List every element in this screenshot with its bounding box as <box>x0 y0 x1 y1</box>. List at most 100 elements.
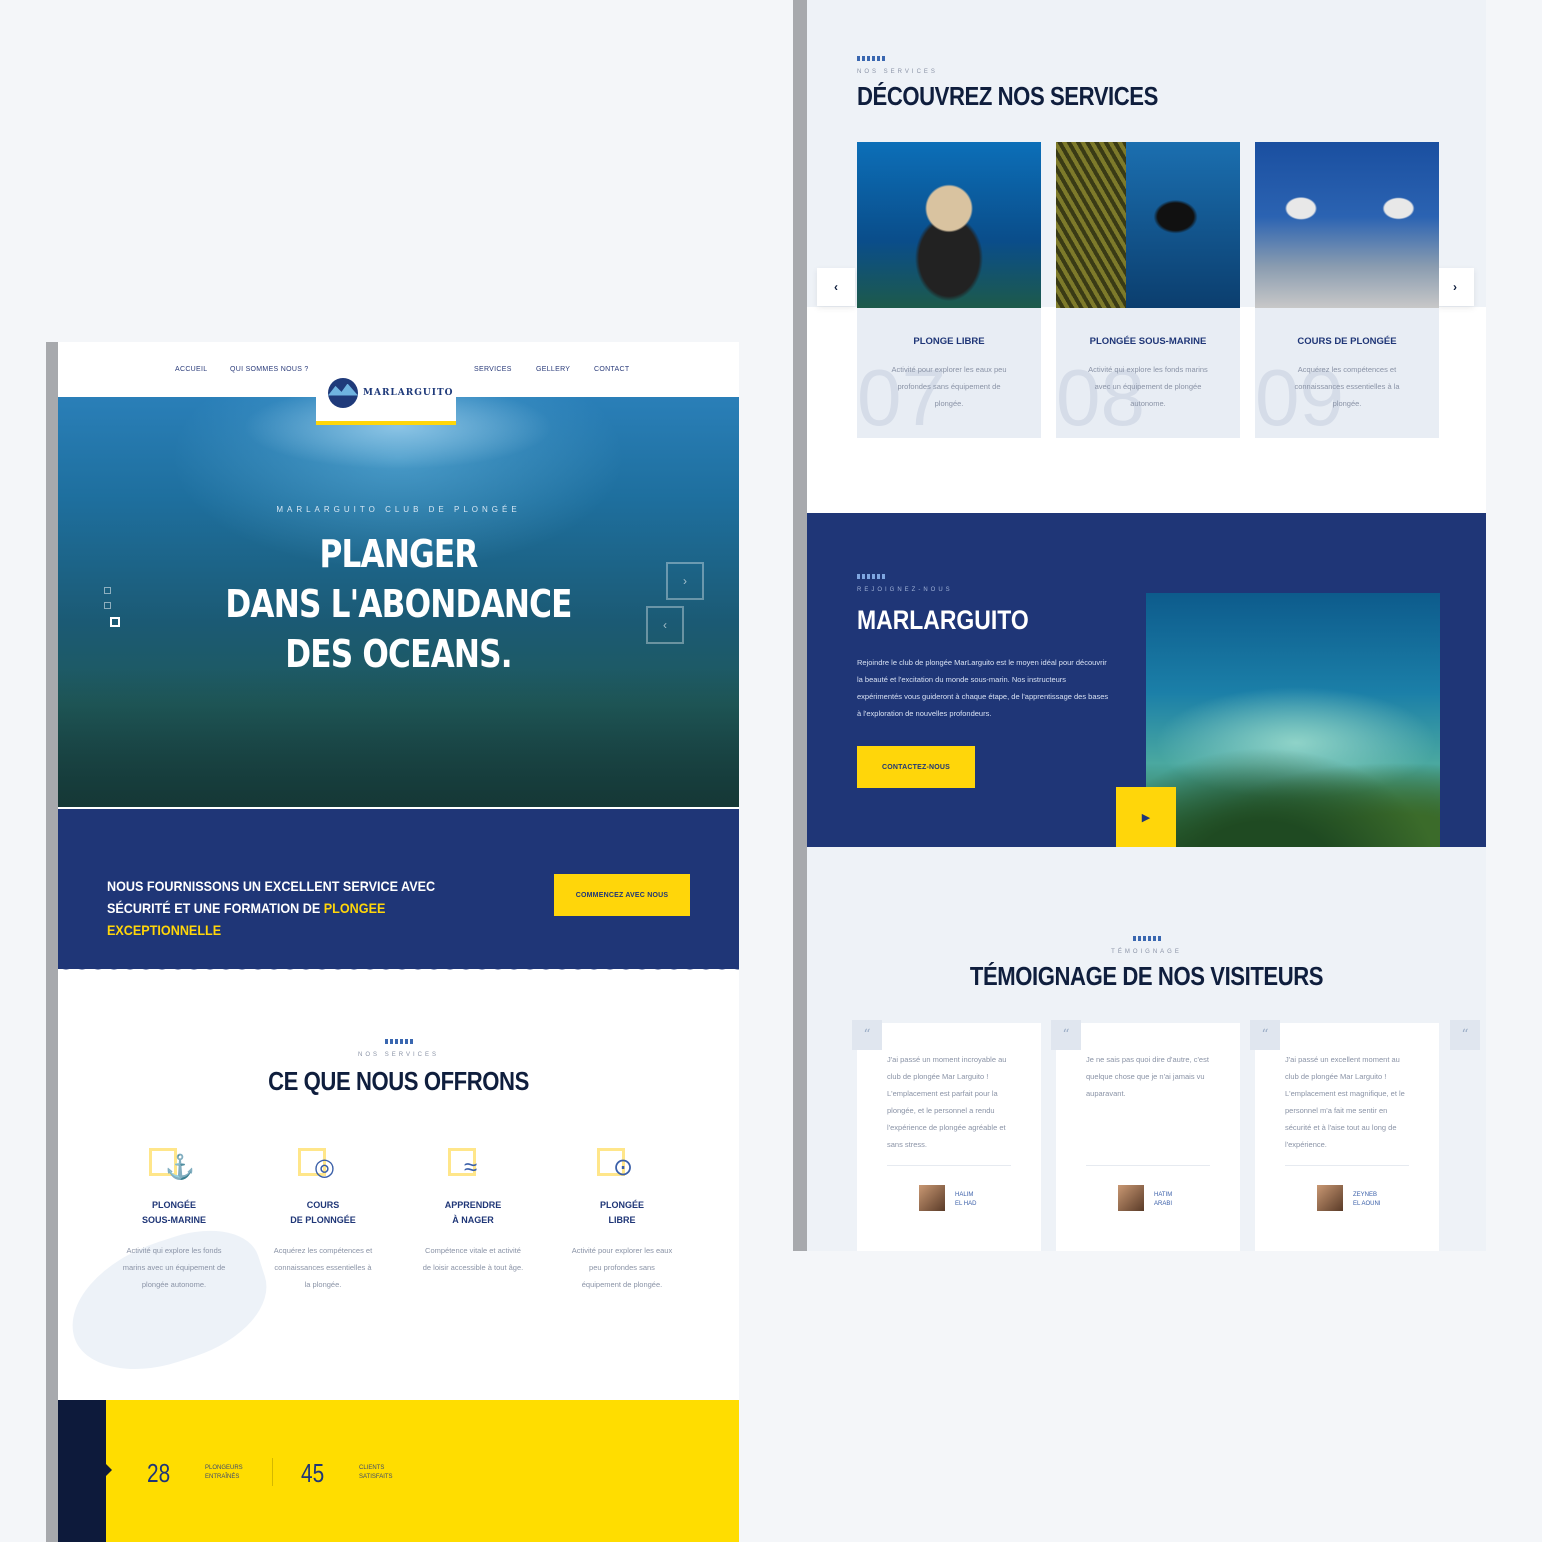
join-text: Rejoindre le club de plongée MarLarguito… <box>857 658 1109 718</box>
stat-number: 28 <box>147 1458 171 1488</box>
diving-helmet-icon: ◎ <box>314 1154 335 1181</box>
nav-qui-sommes-nous[interactable]: QUI SOMMES NOUS ? <box>230 366 309 373</box>
hero-kicker: MARLARGUITO CLUB DE PLONGÉE <box>276 505 521 514</box>
offer-title: CE QUE NOUS OFFRONS <box>268 1066 529 1096</box>
testimonial-text: J'ai passé un moment incroyable au club … <box>887 1055 1007 1149</box>
wave-divider <box>58 962 739 978</box>
chevron-right-icon: › <box>1453 280 1457 294</box>
wave-icon <box>1132 936 1161 941</box>
testimonial-text: J'ai passé un excellent moment au club d… <box>1285 1055 1405 1149</box>
offer-item-title: COURS DE PLONNGÉE <box>290 1200 356 1225</box>
service-text: Activité pour explorer les eaux peu prof… <box>891 365 1007 408</box>
nav-gallery[interactable]: GELLERY <box>536 366 570 373</box>
offer-item[interactable]: ⚓ PLONGÉE SOUS-MARINE Activité qui explor… <box>114 1148 234 1293</box>
offer-item[interactable]: ◎ COURS DE PLONNGÉE Acquérez les compéten… <box>263 1148 383 1293</box>
quote-icon: “ <box>1450 1020 1480 1050</box>
quote-icon: “ <box>1250 1020 1280 1050</box>
join-title: MARLARGUITO <box>857 605 1029 635</box>
start-button[interactable]: COMMENCEZ AVEC NOUS <box>554 874 690 916</box>
testimonials-kicker: TÉMOIGNAGE <box>1111 949 1182 955</box>
chevron-left-icon: ‹ <box>834 280 838 294</box>
testimonial-card: J'ai passé un moment incroyable au club … <box>857 1023 1041 1251</box>
nav-accueil[interactable]: ACCUEIL <box>175 366 207 373</box>
divider <box>1285 1165 1409 1166</box>
quote-icon: “ <box>852 1020 882 1050</box>
offer-item[interactable]: ⊙ PLONGÉE LIBRE Activité pour explorer le… <box>562 1148 682 1293</box>
join-kicker: REJOIGNEZ-NOUS <box>857 587 953 593</box>
logo-text: MARLARGUITO <box>363 387 454 398</box>
offer-item-text: Activité qui explore les fonds marins av… <box>122 1246 226 1289</box>
offer-item-title: PLONGÉE SOUS-MARINE <box>141 1200 206 1225</box>
carousel-prev-button[interactable]: ‹ <box>817 268 855 306</box>
logo-mountain-icon <box>328 377 358 408</box>
slider-dots <box>104 587 120 635</box>
services-header: NOS SERVICES DÉCOUVREZ NOS SERVICES <box>857 56 1211 112</box>
hero-title-line: PLANGER <box>319 532 478 576</box>
carousel-next-button[interactable]: › <box>1436 268 1474 306</box>
stat-label: CLIENTS SATISFAITS <box>359 1465 393 1480</box>
hero-seabed <box>58 667 739 807</box>
snorkel-mask-icon: ⊙ <box>613 1154 634 1181</box>
contact-button[interactable]: CONTACTEZ-NOUS <box>857 746 975 788</box>
diver-icon: ⚓ <box>165 1154 195 1181</box>
hero-title-line: DANS L'ABONDANCE <box>225 582 572 626</box>
avatar <box>1118 1185 1144 1211</box>
nav-contact[interactable]: CONTACT <box>594 366 629 373</box>
slider-dot-active[interactable] <box>110 617 120 627</box>
offer-item-title: PLONGÉE LIBRE <box>599 1200 644 1225</box>
testimonials-title: TÉMOIGNAGE DE NOS VISITEURS <box>969 961 1324 991</box>
scuba-diving-photo <box>1056 142 1240 308</box>
quote-icon: “ <box>1051 1020 1081 1050</box>
wave-icon <box>857 574 885 579</box>
stat-divider <box>272 1458 273 1486</box>
service-card[interactable]: 09 COURS DE PLONGÉE Acquérez les compéte… <box>1255 142 1439 438</box>
stats-accent <box>58 1400 112 1542</box>
swimmer-icon: ≈ <box>464 1154 478 1181</box>
play-icon: ▶ <box>1141 811 1151 824</box>
diving-course-photo <box>1255 142 1439 308</box>
divider <box>887 1165 1011 1166</box>
service-text: Acquérez les compétences et connaissance… <box>1294 365 1400 408</box>
join-header: REJOIGNEZ-NOUS MARLARGUITO <box>857 574 1059 636</box>
hero-slider: MARLARGUITO CLUB DE PLONGÉE PLANGER DANS… <box>58 397 739 807</box>
offer-item-title: APPRENDRE À NAGER <box>444 1200 502 1225</box>
service-title: COURS DE PLONGÉE <box>1297 336 1397 347</box>
testimonial-card: J'ai passé un excellent moment au club d… <box>1255 1023 1439 1251</box>
hero-title: PLANGER DANS L'ABONDANCE DES OCEANS. <box>119 529 677 679</box>
testimonial-author: ZEYNEB EL AOUNI <box>1353 1192 1381 1207</box>
chevron-right-icon: › <box>683 574 687 588</box>
offer-item[interactable]: ≈ APPRENDRE À NAGER Compétence vitale et … <box>413 1148 533 1276</box>
homepage-mockup: ACCUEIL QUI SOMMES NOUS ? SERVICES GELLE… <box>46 342 739 1542</box>
service-card[interactable]: 07 PLONGE LIBRE Activité pour explorer l… <box>857 142 1041 438</box>
offer-item-text: Compétence vitale et activité de loisir … <box>422 1246 524 1272</box>
slider-dot[interactable] <box>104 587 111 594</box>
service-title: PLONGÉE SOUS-MARINE <box>1089 336 1207 347</box>
chevron-left-icon: ‹ <box>663 618 667 632</box>
services-page-mockup: NOS SERVICES DÉCOUVREZ NOS SERVICES ‹ › … <box>793 0 1486 1251</box>
divers-photo <box>1146 593 1440 877</box>
slider-prev-button[interactable]: ‹ <box>646 606 684 644</box>
nav-services[interactable]: SERVICES <box>474 366 512 373</box>
cta-text-main: NOUS FOURNISSONS UN EXCELLENT SERVICE AV… <box>107 878 436 916</box>
service-card[interactable]: 08 PLONGÉE SOUS-MARINE Activité qui expl… <box>1056 142 1240 438</box>
wave-icon <box>857 56 885 61</box>
slider-next-button[interactable]: › <box>666 562 704 600</box>
offer-item-text: Acquérez les compétences et connaissance… <box>273 1246 373 1289</box>
freediving-photo <box>857 142 1041 308</box>
avatar <box>919 1185 945 1211</box>
testimonial-author: HATIM ARABI <box>1154 1192 1173 1207</box>
play-video-button[interactable]: ▶ <box>1116 787 1176 847</box>
service-text: Activité qui explore les fonds marins av… <box>1088 365 1208 408</box>
hero-title-line: DES OCEANS. <box>285 632 512 676</box>
site-logo[interactable]: MARLARGUITO <box>316 364 456 425</box>
wave-icon <box>384 1039 413 1044</box>
services-kicker: NOS SERVICES <box>857 69 938 75</box>
offer-item-text: Activité pour explorer les eaux peu prof… <box>571 1246 673 1289</box>
service-title: PLONGE LIBRE <box>913 336 985 347</box>
offer-header: NOS SERVICES CE QUE NOUS OFFRONS <box>58 1039 739 1097</box>
divider <box>1086 1165 1210 1166</box>
testimonial-text: Je ne sais pas quoi dire d'autre, c'est … <box>1086 1055 1209 1098</box>
cta-band: NOUS FOURNISSONS UN EXCELLENT SERVICE AV… <box>58 809 739 969</box>
stat-number: 45 <box>301 1458 325 1488</box>
slider-dot[interactable] <box>104 602 111 609</box>
